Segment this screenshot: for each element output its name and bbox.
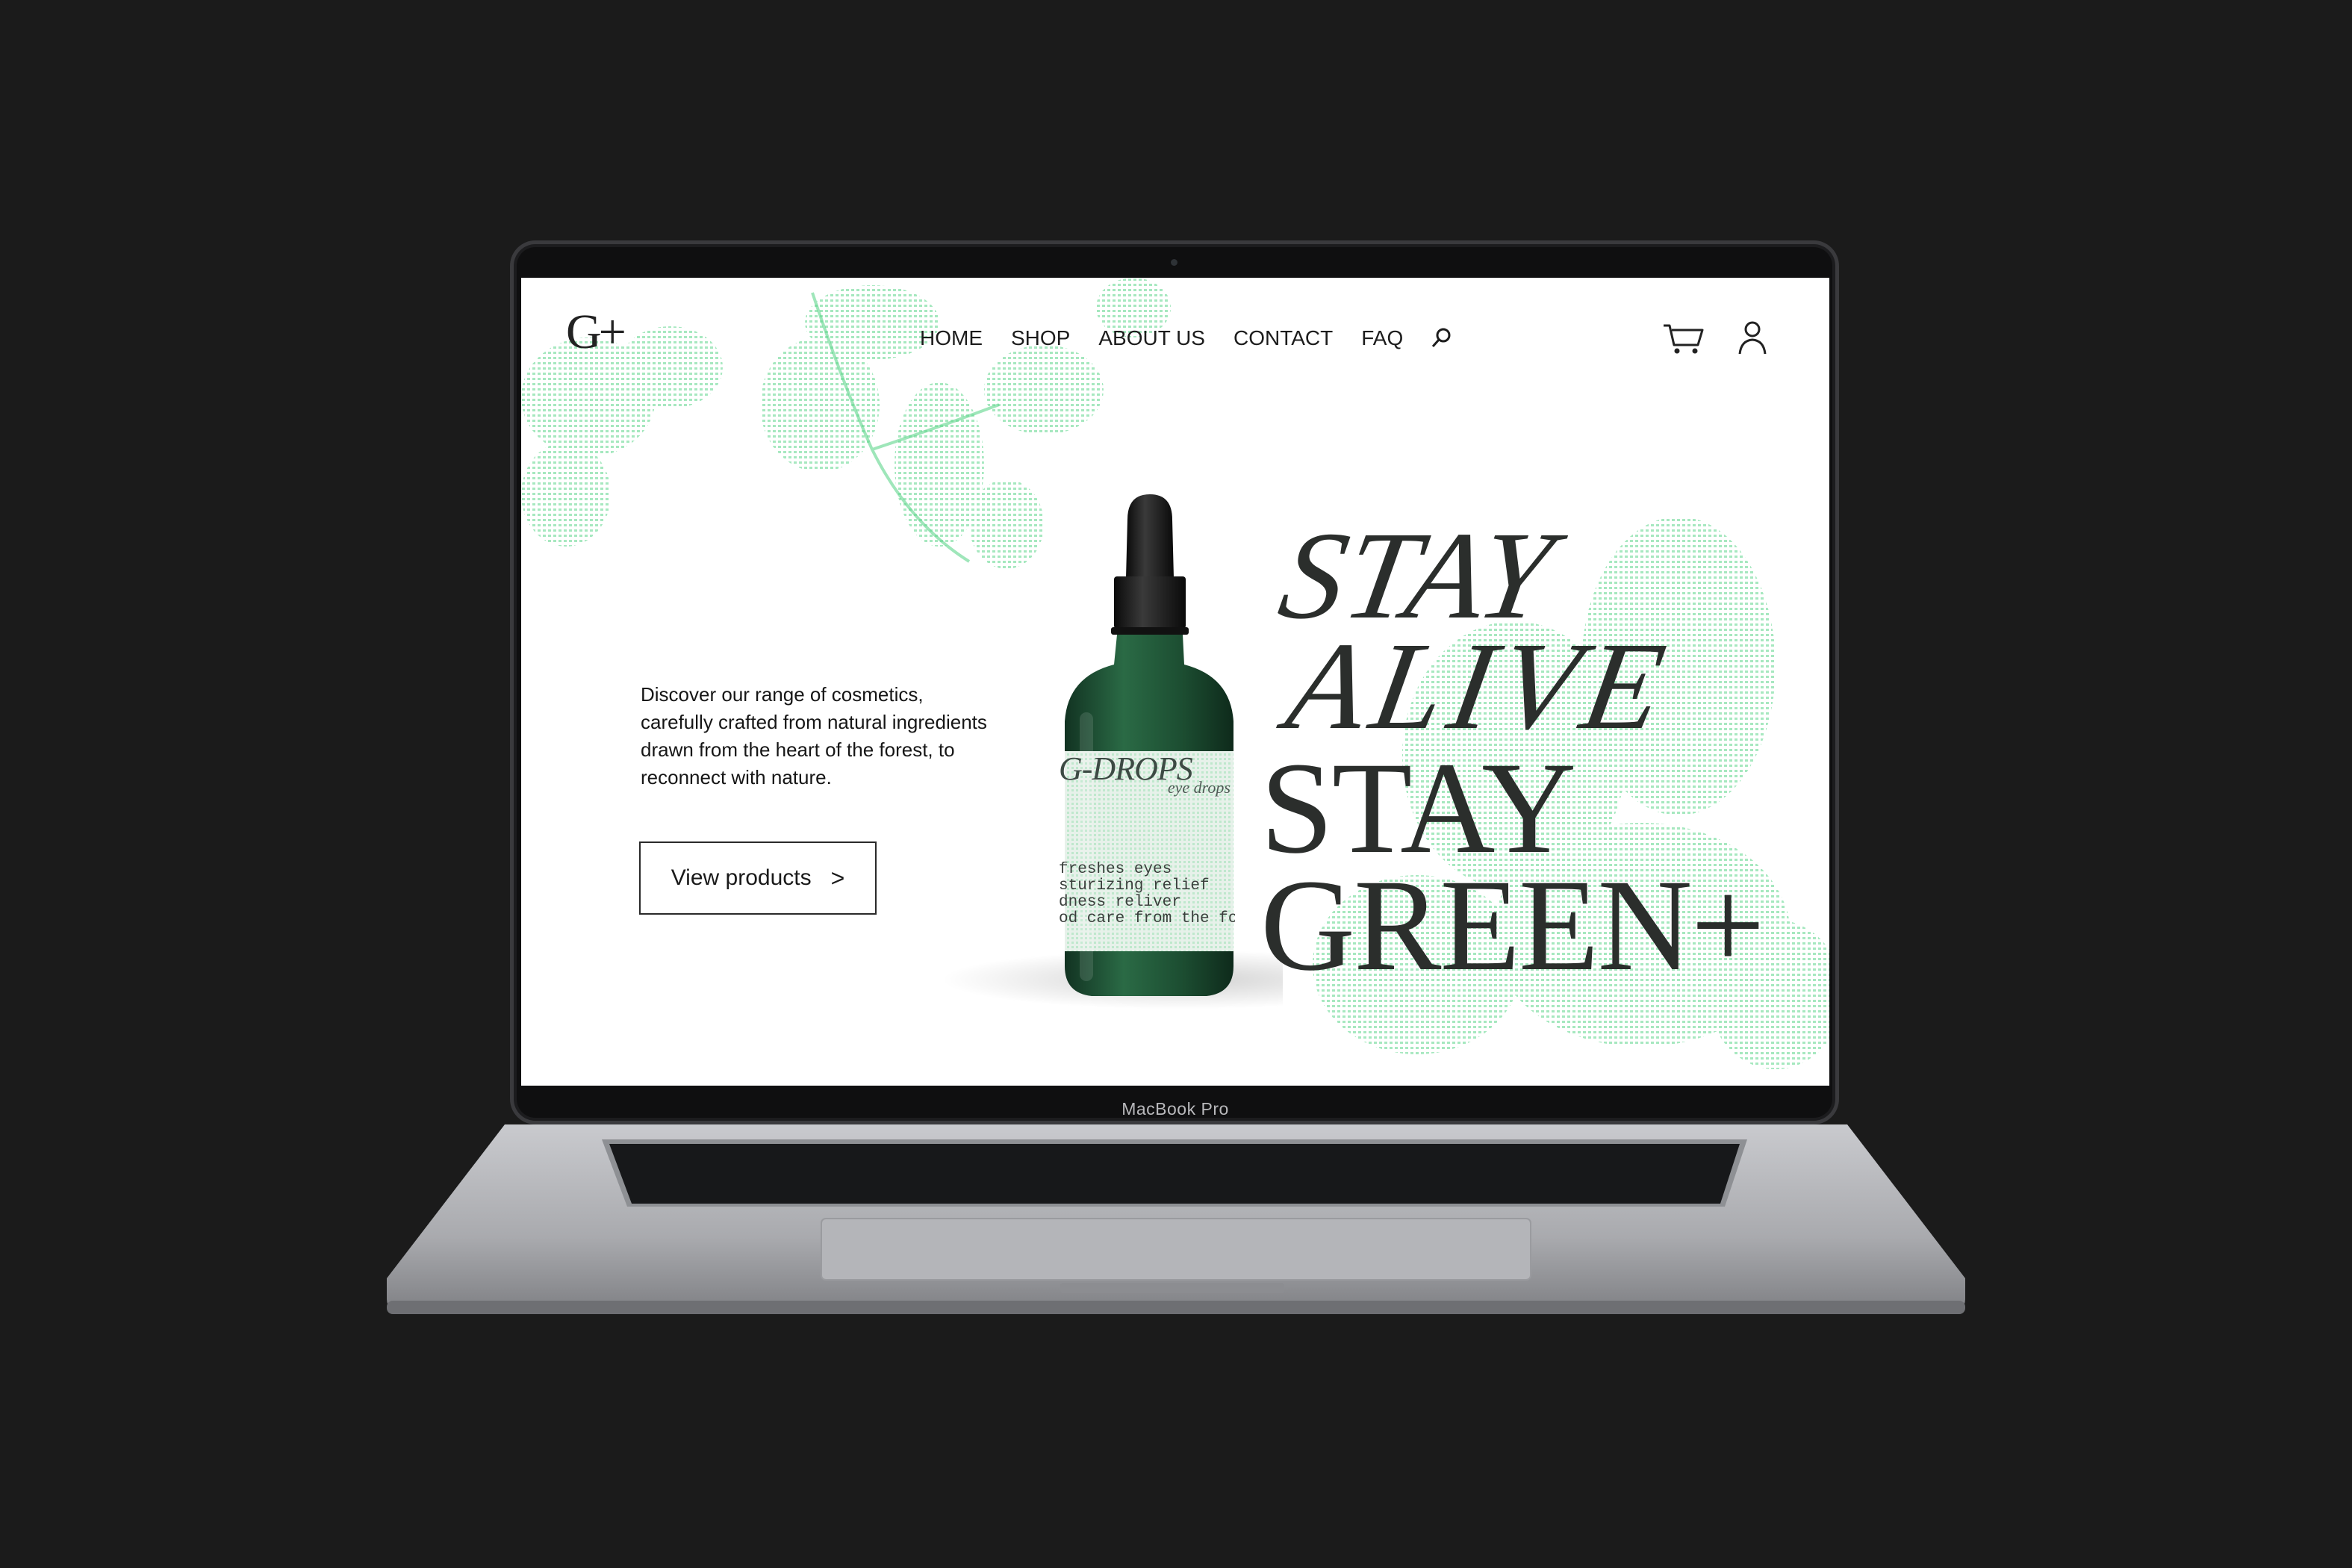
macbook-pro-label: MacBook Pro — [1121, 1099, 1229, 1119]
laptop-base — [387, 1124, 1965, 1314]
